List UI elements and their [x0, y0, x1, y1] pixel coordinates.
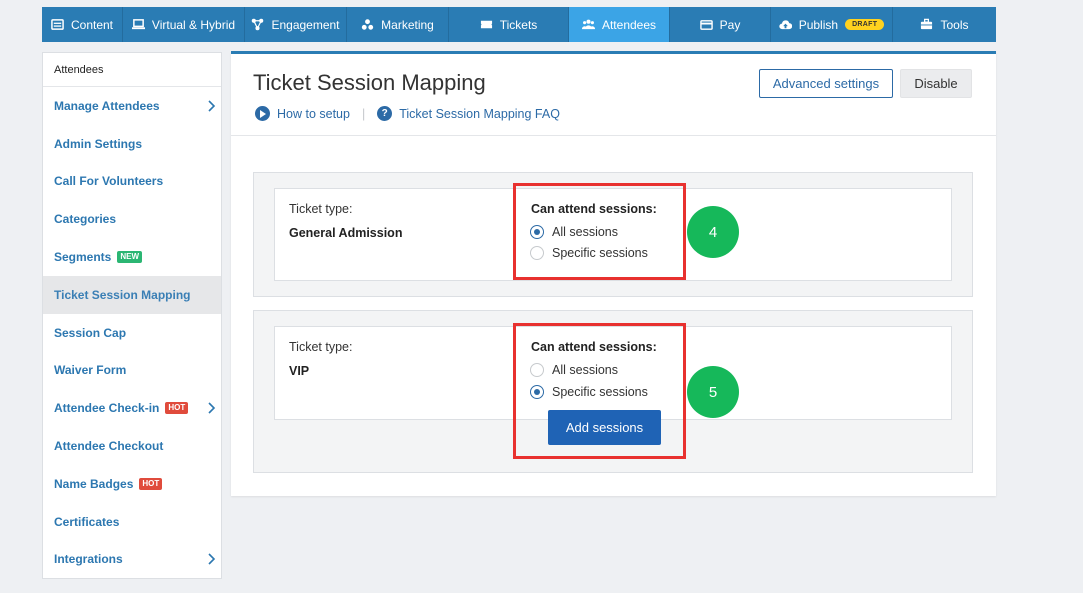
- hot-badge: HOT: [165, 402, 189, 415]
- highlight-box: [513, 323, 686, 459]
- tab-label: Virtual & Hybrid: [151, 17, 236, 32]
- ticket-type-label: Ticket type:: [289, 202, 353, 216]
- engagement-icon: [252, 18, 264, 31]
- sidebar-item-admin-settings[interactable]: Admin Settings: [43, 125, 221, 163]
- tab-label: Tools: [940, 17, 969, 32]
- tab-label: Attendees: [601, 17, 657, 32]
- chevron-right-icon: [208, 100, 216, 112]
- sidebar-item-categories[interactable]: Categories: [43, 200, 221, 238]
- sidebar-item-label: Attendee Check-in: [54, 401, 160, 416]
- sidebar-item-waiver-form[interactable]: Waiver Form: [43, 352, 221, 390]
- sidebar-item-name-badges[interactable]: Name Badges HOT: [43, 465, 221, 503]
- hot-badge: HOT: [139, 477, 163, 490]
- sidebar-item-label: Waiver Form: [54, 363, 127, 378]
- how-to-setup-link[interactable]: How to setup: [255, 106, 350, 121]
- ticket-type-value: General Admission: [289, 226, 403, 240]
- tab-publish[interactable]: Publish DRAFT: [771, 7, 893, 42]
- ticket-type-value: VIP: [289, 364, 310, 378]
- sidebar-item-attendee-check-in[interactable]: Attendee Check-in HOT: [43, 389, 221, 427]
- draft-badge: DRAFT: [845, 19, 885, 30]
- sidebar-item-label: Segments: [54, 250, 112, 265]
- content-icon: [51, 19, 64, 30]
- ticket-icon: [480, 20, 492, 29]
- sidebar-item-label: Manage Attendees: [54, 98, 160, 113]
- highlight-box: [513, 183, 686, 280]
- tab-pay[interactable]: Pay: [670, 7, 771, 42]
- sidebar-item-label: Session Cap: [54, 325, 127, 340]
- sidebar-item-attendee-checkout[interactable]: Attendee Checkout: [43, 427, 221, 465]
- sidebar-item-label: Categories: [54, 212, 117, 227]
- link-label: How to setup: [277, 106, 350, 121]
- credit-card-icon: [699, 20, 713, 30]
- sidebar-item-label: Integrations: [54, 552, 123, 567]
- chevron-right-icon: [208, 402, 216, 414]
- sidebar-item-label: Call For Volunteers: [54, 174, 164, 189]
- tab-tools[interactable]: Tools: [893, 7, 996, 42]
- toolbox-icon: [921, 18, 933, 30]
- sidebar-item-label: Name Badges: [54, 476, 134, 491]
- sidebar-item-label: Ticket Session Mapping: [54, 287, 191, 302]
- sidebar: Attendees Manage Attendees Admin Setting…: [42, 52, 222, 579]
- link-separator: |: [361, 106, 366, 121]
- tab-label: Content: [70, 17, 114, 32]
- ticket-type-label: Ticket type:: [289, 340, 353, 354]
- tab-virtual-hybrid[interactable]: Virtual & Hybrid: [123, 7, 245, 42]
- sidebar-item-integrations[interactable]: Integrations: [43, 541, 221, 579]
- tab-label: Publish: [798, 17, 839, 32]
- sidebar-item-ticket-session-mapping[interactable]: Ticket Session Mapping: [43, 275, 221, 314]
- advanced-settings-button[interactable]: Advanced settings: [759, 69, 893, 98]
- play-icon: [255, 106, 270, 121]
- tab-engagement[interactable]: Engagement: [245, 7, 347, 42]
- page-title: Ticket Session Mapping: [253, 70, 486, 95]
- link-label: Ticket Session Mapping FAQ: [399, 106, 560, 121]
- attendees-icon: [581, 19, 595, 30]
- tab-tickets[interactable]: Tickets: [449, 7, 569, 42]
- sidebar-item-manage-attendees[interactable]: Manage Attendees: [43, 87, 221, 125]
- sidebar-item-label: Attendee Checkout: [54, 439, 164, 454]
- page-header: Ticket Session Mapping How to setup | ? …: [231, 54, 996, 136]
- tab-content[interactable]: Content: [42, 7, 123, 42]
- tab-attendees[interactable]: Attendees: [569, 7, 670, 42]
- sidebar-item-segments[interactable]: Segments NEW: [43, 238, 221, 276]
- sidebar-item-session-cap[interactable]: Session Cap: [43, 314, 221, 352]
- tab-label: Pay: [719, 17, 741, 32]
- tab-label: Tickets: [499, 17, 538, 32]
- step-marker: 4: [687, 206, 739, 258]
- sidebar-item-label: Admin Settings: [54, 136, 143, 151]
- sidebar-item-label: Certificates: [54, 514, 120, 529]
- faq-link[interactable]: ? Ticket Session Mapping FAQ: [377, 106, 560, 121]
- step-marker: 5: [687, 366, 739, 418]
- new-badge: NEW: [117, 251, 143, 264]
- monitor-icon: [131, 19, 145, 30]
- cloud-upload-icon: [779, 20, 792, 30]
- sidebar-item-call-for-volunteers[interactable]: Call For Volunteers: [43, 163, 221, 201]
- question-icon: ?: [377, 106, 393, 121]
- tab-marketing[interactable]: Marketing: [347, 7, 449, 42]
- disable-button[interactable]: Disable: [900, 69, 972, 98]
- tab-label: Engagement: [271, 17, 340, 32]
- help-links: How to setup | ? Ticket Session Mapping …: [255, 106, 560, 121]
- top-navigation: Content Virtual & Hybrid Engagement Mark…: [42, 7, 996, 42]
- marketing-icon: [361, 19, 374, 30]
- chevron-right-icon: [208, 553, 216, 566]
- sidebar-item-certificates[interactable]: Certificates: [43, 503, 221, 541]
- sidebar-heading: Attendees: [43, 53, 221, 87]
- tab-label: Marketing: [381, 17, 434, 32]
